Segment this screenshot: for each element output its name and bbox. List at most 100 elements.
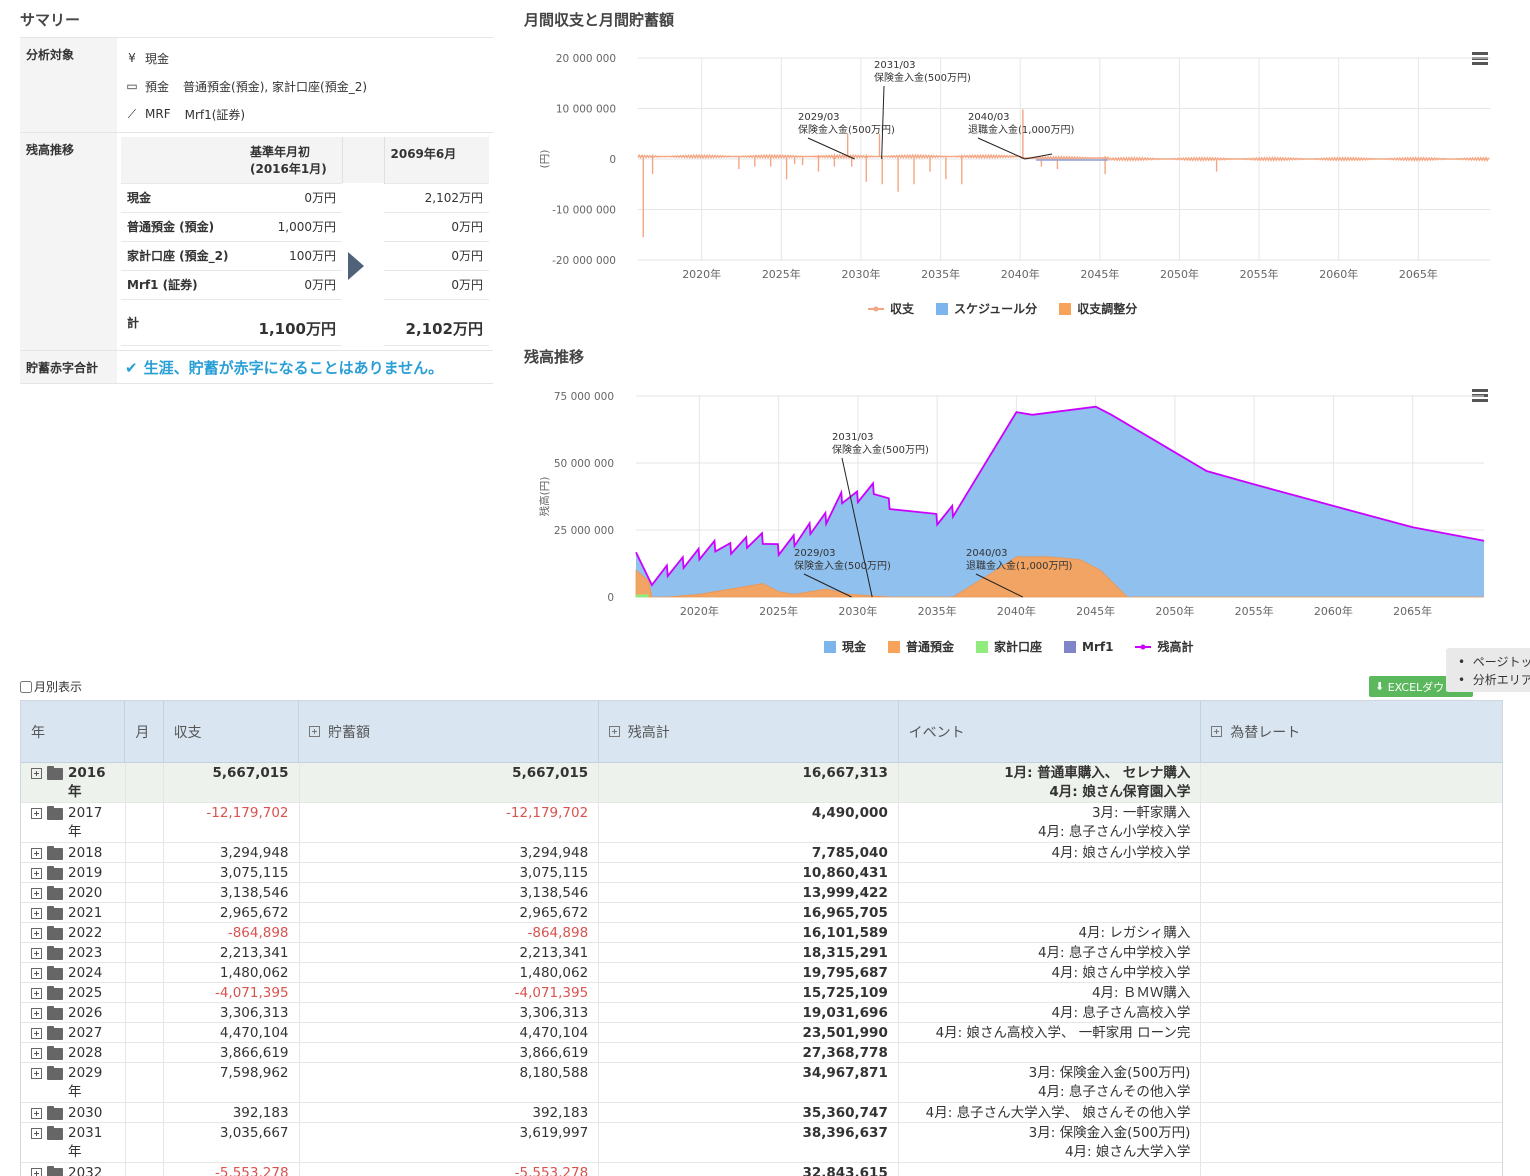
expand-icon[interactable] — [31, 868, 42, 879]
annotation-date: 2029/03 — [798, 112, 840, 123]
table-row[interactable]: 2018 3,294,948 3,294,948 7,785,040 4月: 娘さん小学… — [21, 843, 1502, 863]
header-year[interactable]: 年 — [21, 701, 126, 762]
table-row[interactable]: 2026 3,306,313 3,306,313 19,031,696 4月: 息子さん… — [21, 1003, 1502, 1023]
savings-cell: 1,480,062 — [300, 963, 600, 982]
legend-item[interactable]: 収支調整分 — [1059, 300, 1137, 317]
expand-icon[interactable] — [31, 928, 42, 939]
annotation-text: 保険金入金(500万円) — [874, 71, 971, 84]
folder-icon — [47, 806, 63, 820]
y-tick-label: 0 — [607, 592, 614, 604]
table-row[interactable]: 2022 -864,898 -864,898 16,101,589 4月: レガシィ購入 — [21, 923, 1502, 943]
analysis-area-link[interactable]: • 分析エリア — [1458, 671, 1530, 689]
table-row[interactable]: 2031 年 3,035,667 3,619,997 38,396,637 3月: 保険金… — [21, 1123, 1502, 1163]
x-tick-label: 2055年 — [1235, 604, 1274, 618]
event-cell: 3月: 保険金入金(500万円) 4月: 娘さん大学入学 — [899, 1123, 1202, 1162]
legend-item[interactable]: スケジュール分 — [936, 300, 1037, 317]
account-name: 普通預金 (預金) — [121, 212, 244, 242]
table-row[interactable]: 2029 年 7,598,962 8,180,588 34,967,871 3月: 保険金… — [21, 1063, 1502, 1103]
table-row[interactable]: 2020 3,138,546 3,138,546 13,999,422 — [21, 883, 1502, 903]
expand-icon[interactable] — [31, 1128, 42, 1139]
legend-item[interactable]: 家計口座 — [976, 638, 1042, 655]
table-row[interactable]: 2024 1,480,062 1,480,062 19,795,687 4月: 娘さん中… — [21, 963, 1502, 983]
target-type: MRF — [145, 107, 171, 121]
table-row[interactable]: 2030 392,183 392,183 35,360,747 4月: 息子さん大学入学… — [21, 1103, 1502, 1123]
target-item: ▭ 預金 普通預金(預金), 家計口座(預金_2) — [125, 72, 485, 100]
legend-item[interactable]: 現金 — [824, 638, 866, 655]
fx-cell — [1201, 863, 1502, 882]
expand-icon[interactable] — [31, 1008, 42, 1019]
arrow-right-icon — [348, 252, 364, 280]
table-row[interactable]: 2027 4,470,104 4,470,104 23,501,990 4月: 娘さん高… — [21, 1023, 1502, 1043]
header-savings[interactable]: 貯蓄額 — [299, 701, 599, 762]
expand-icon[interactable] — [31, 968, 42, 979]
table-row[interactable]: 2025 -4,071,395 -4,071,395 15,725,109 4月: ＢＭ… — [21, 983, 1502, 1003]
expand-icon[interactable] — [31, 1048, 42, 1059]
expand-icon[interactable] — [608, 726, 620, 737]
header-event[interactable]: イベント — [899, 701, 1202, 762]
legend-item[interactable]: 普通預金 — [888, 638, 954, 655]
expand-icon[interactable] — [309, 726, 321, 737]
monthly-checkbox[interactable] — [20, 680, 32, 693]
month-cell — [126, 883, 164, 902]
folder-icon — [47, 1026, 63, 1040]
year-value: 2021 — [68, 905, 103, 921]
savings-cell: 3,619,997 — [300, 1123, 600, 1162]
event-cell — [899, 883, 1202, 902]
table-row[interactable]: 2028 3,866,619 3,866,619 27,368,778 — [21, 1043, 1502, 1063]
fx-cell — [1201, 963, 1502, 982]
table-row[interactable]: 2016 年 5,667,015 5,667,015 16,667,313 1月: 普通車… — [21, 763, 1502, 803]
expand-icon[interactable] — [31, 908, 42, 919]
header-fx[interactable]: 為替レート — [1201, 701, 1502, 762]
year-value: 2027 — [68, 1025, 103, 1041]
year-value: 2017 年 — [68, 805, 103, 840]
annotation-text: 退職金入金(1,000万円) — [968, 123, 1075, 136]
expand-icon[interactable] — [31, 1168, 42, 1176]
expand-icon[interactable] — [31, 888, 42, 899]
balance-chart: 75 000 000 50 000 000 25 000 000 0 2020年 2025… — [538, 391, 1485, 618]
monthly-toggle[interactable]: 月別表示 — [20, 678, 82, 695]
expand-icon[interactable] — [31, 1108, 42, 1119]
target-label: 分析対象 — [20, 38, 117, 132]
month-cell — [126, 1103, 164, 1122]
expand-icon[interactable] — [31, 1068, 42, 1079]
expand-icon[interactable] — [31, 988, 42, 999]
table-row[interactable]: 2032 -5,553,278 -5,553,278 32,843,615 — [21, 1163, 1502, 1176]
expand-icon[interactable] — [31, 848, 42, 859]
balance-cell: 13,999,422 — [599, 883, 899, 902]
table-row[interactable]: 2019 3,075,115 3,075,115 10,860,431 — [21, 863, 1502, 883]
balance-cell: 10,860,431 — [599, 863, 899, 882]
annotation-date: 2029/03 — [794, 548, 836, 559]
legend-item[interactable]: 収支 — [868, 300, 914, 317]
start-value: 0万円 — [244, 183, 342, 213]
expand-icon[interactable] — [31, 1028, 42, 1039]
income-cell: 3,075,115 — [164, 863, 300, 882]
header-month[interactable]: 月 — [125, 701, 164, 762]
header-income[interactable]: 収支 — [164, 701, 300, 762]
expand-icon[interactable] — [31, 948, 42, 959]
expand-icon[interactable] — [1211, 726, 1223, 737]
table-row[interactable]: 2021 2,965,672 2,965,672 16,965,705 — [21, 903, 1502, 923]
expand-icon[interactable] — [31, 768, 42, 779]
event-cell: 4月: レガシィ購入 — [899, 923, 1202, 942]
folder-icon — [47, 1046, 63, 1060]
balance-cell: 4,490,000 — [599, 803, 899, 842]
event-item: 1月: 普通車購入、 セレナ購入 — [1004, 765, 1191, 781]
page-top-link[interactable]: • ページトップ — [1458, 653, 1530, 671]
fx-cell — [1201, 1023, 1502, 1042]
table-row[interactable]: 2017 年 -12,179,702 -12,179,702 4,490,000 3月: … — [21, 803, 1502, 843]
folder-icon — [47, 846, 63, 860]
annotation-date: 2040/03 — [966, 548, 1008, 559]
event-item: 4月: 娘さん高校入学、 一軒家用 ローン完 — [935, 1025, 1191, 1041]
income-chart: 20 000 000 10 000 000 0 -10 000 000 -20 000 … — [539, 53, 1490, 281]
end-value: 0万円 — [384, 241, 489, 271]
header-balance[interactable]: 残高計 — [599, 701, 899, 762]
month-cell — [126, 1123, 164, 1162]
legend-item[interactable]: Mrf1 — [1064, 638, 1113, 655]
yen-icon: ¥ — [128, 51, 136, 65]
table-row[interactable]: 2023 2,213,341 2,213,341 18,315,291 4月: 息子さん… — [21, 943, 1502, 963]
month-cell — [126, 1163, 164, 1176]
expand-icon[interactable] — [31, 808, 42, 819]
legend-item[interactable]: 残高計 — [1135, 638, 1194, 655]
y-tick-label: 25 000 000 — [554, 525, 614, 537]
balance-cell: 18,315,291 — [599, 943, 899, 962]
